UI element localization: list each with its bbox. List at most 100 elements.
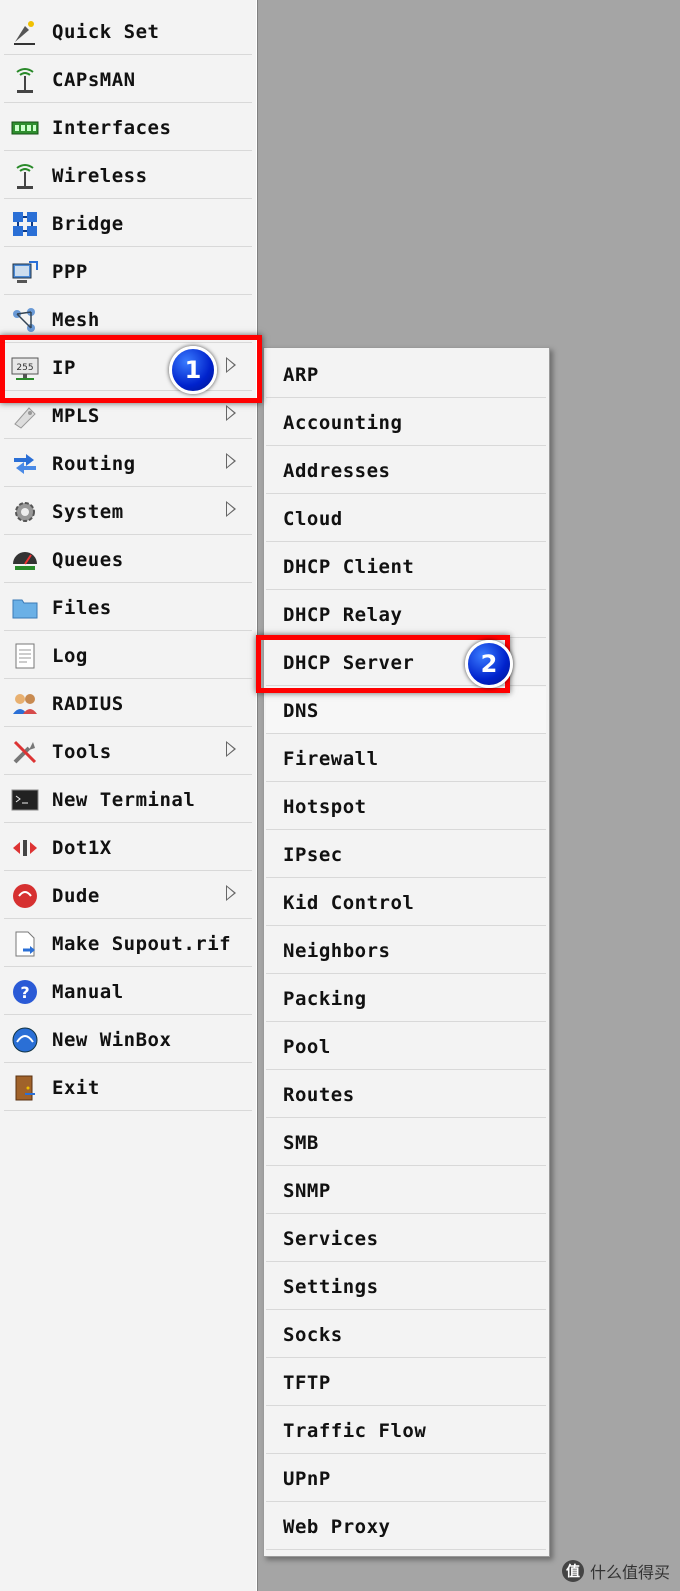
file-export-icon [10,929,40,959]
menu-label: PPP [52,261,88,283]
submenu-item-dhcp-client[interactable]: DHCP Client [266,543,546,590]
menu-label: Queues [52,549,124,571]
submenu-item-smb[interactable]: SMB [266,1119,546,1166]
submenu-item-accounting[interactable]: Accounting [266,399,546,446]
menu-label: Files [52,597,112,619]
mpls-icon [10,401,40,431]
menu-label: Make Supout.rif [52,933,232,955]
submenu-label: Web Proxy [283,1516,391,1538]
submenu-item-addresses[interactable]: Addresses [266,447,546,494]
submenu-item-services[interactable]: Services [266,1215,546,1262]
menu-label: Wireless [52,165,148,187]
menu-label: Dot1X [52,837,112,859]
routing-icon [10,449,40,479]
menu-item-manual[interactable]: ? Manual [4,968,252,1015]
submenu-label: Addresses [283,460,391,482]
menu-item-log[interactable]: Log [4,632,252,679]
terminal-icon [10,785,40,815]
submenu-item-hotspot[interactable]: Hotspot [266,783,546,830]
submenu-label: DNS [283,700,319,722]
step2-badge: 2 [465,640,513,688]
menu-item-system[interactable]: System [4,488,252,535]
menu-item-radius[interactable]: RADIUS [4,680,252,727]
menu-label: MPLS [52,405,100,427]
gear-icon [10,497,40,527]
submenu-label: Settings [283,1276,379,1298]
submenu-item-tftp[interactable]: TFTP [266,1359,546,1406]
submenu-label: Kid Control [283,892,415,914]
menu-label: Mesh [52,309,100,331]
submenu-item-settings[interactable]: Settings [266,1263,546,1310]
submenu-arrow-icon [226,501,236,517]
menu-item-dude[interactable]: Dude [4,872,252,919]
bridge-icon [10,209,40,239]
submenu-item-upnp[interactable]: UPnP [266,1455,546,1502]
submenu-item-dns[interactable]: DNS [266,687,546,734]
mesh-icon [10,305,40,335]
submenu-label: Pool [283,1036,331,1058]
menu-item-wireless[interactable]: Wireless [4,152,252,199]
svg-text:?: ? [20,983,29,1002]
log-icon [10,641,40,671]
submenu-item-socks[interactable]: Socks [266,1311,546,1358]
menu-item-queues[interactable]: Queues [4,536,252,583]
menu-item-new-terminal[interactable]: New Terminal [4,776,252,823]
submenu-label: Cloud [283,508,343,530]
submenu-item-kid-control[interactable]: Kid Control [266,879,546,926]
menu-item-mpls[interactable]: MPLS [4,392,252,439]
watermark-logo-icon: 值 [561,1560,584,1582]
submenu-label: Traffic Flow [283,1420,427,1442]
submenu-item-ipsec[interactable]: IPsec [266,831,546,878]
menu-label: Routing [52,453,136,475]
menu-item-interfaces[interactable]: Interfaces [4,104,252,151]
submenu-item-traffic-flow[interactable]: Traffic Flow [266,1407,546,1454]
menu-item-tools[interactable]: Tools [4,728,252,775]
menu-item-routing[interactable]: Routing [4,440,252,487]
menu-item-mesh[interactable]: Mesh [4,296,252,343]
winbox-icon [10,1025,40,1055]
menu-item-new-winbox[interactable]: New WinBox [4,1016,252,1063]
submenu-item-routes[interactable]: Routes [266,1071,546,1118]
submenu-item-neighbors[interactable]: Neighbors [266,927,546,974]
menu-label: Tools [52,741,112,763]
help-icon: ? [10,977,40,1007]
menu-item-make-supout[interactable]: Make Supout.rif [4,920,252,967]
menu-item-dot1x[interactable]: Dot1X [4,824,252,871]
submenu-label: DHCP Relay [283,604,403,626]
submenu-item-firewall[interactable]: Firewall [266,735,546,782]
submenu-item-dhcp-relay[interactable]: DHCP Relay [266,591,546,638]
menu-item-quick-set[interactable]: Quick Set [4,8,252,55]
submenu-label: SMB [283,1132,319,1154]
menu-item-bridge[interactable]: Bridge [4,200,252,247]
submenu-label: ARP [283,364,319,386]
submenu-label: SNMP [283,1180,331,1202]
submenu-item-packing[interactable]: Packing [266,975,546,1022]
menu-label: System [52,501,124,523]
quick-set-icon [10,17,40,47]
folder-icon [10,593,40,623]
submenu-label: Socks [283,1324,343,1346]
submenu-item-web-proxy[interactable]: Web Proxy [266,1503,546,1550]
submenu-item-cloud[interactable]: Cloud [266,495,546,542]
submenu-label: IPsec [283,844,343,866]
submenu-label: DHCP Server [283,652,415,674]
submenu-arrow-icon [226,405,236,421]
menu-label: Bridge [52,213,124,235]
submenu-item-snmp[interactable]: SNMP [266,1167,546,1214]
menu-item-exit[interactable]: Exit [4,1064,252,1111]
menu-item-files[interactable]: Files [4,584,252,631]
submenu-item-pool[interactable]: Pool [266,1023,546,1070]
submenu-arrow-icon [226,357,236,373]
antenna-icon [10,161,40,191]
submenu-arrow-icon [226,741,236,757]
menu-label: Exit [52,1077,100,1099]
submenu-label: Routes [283,1084,355,1106]
dude-icon [10,881,40,911]
menu-item-capsman[interactable]: CAPsMAN [4,56,252,103]
queues-icon [10,545,40,575]
menu-item-ppp[interactable]: PPP [4,248,252,295]
watermark-text: 什么值得买 [589,1563,670,1582]
dot1x-icon [10,833,40,863]
antenna-icon [10,65,40,95]
submenu-item-arp[interactable]: ARP [266,351,546,398]
